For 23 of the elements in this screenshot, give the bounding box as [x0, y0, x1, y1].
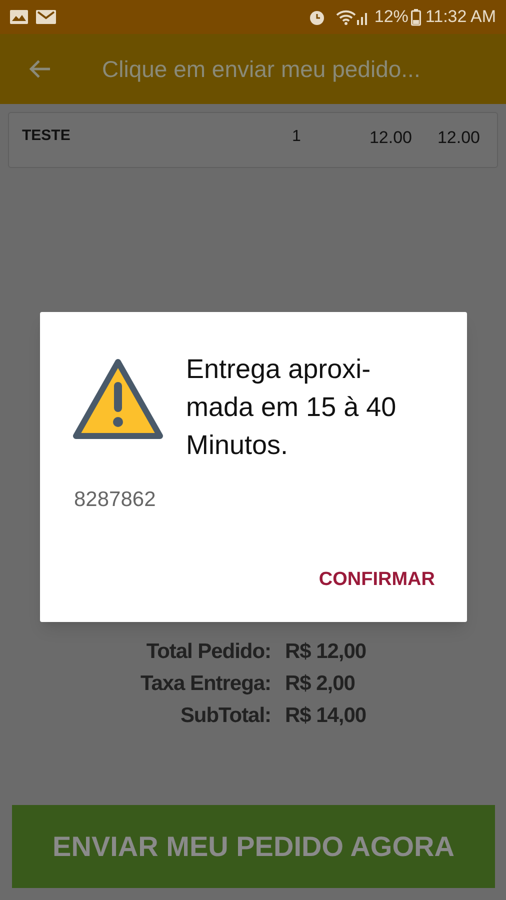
mail-icon [36, 10, 56, 24]
wifi-icon [336, 9, 356, 25]
battery-percent: 12% [374, 6, 408, 28]
alarm-icon [308, 8, 326, 26]
page-title: Clique em enviar meu pedido... [102, 54, 420, 84]
total-value: R$ 14,00 [285, 703, 368, 730]
confirm-button[interactable]: CONFIRMAR [316, 562, 437, 598]
total-label: Taxa Entrega: [140, 671, 271, 698]
total-label: SubTotal: [179, 703, 271, 730]
order-number: 8287862 [74, 487, 157, 513]
item-quantity: 1 [292, 127, 302, 147]
image-icon [10, 10, 28, 24]
warning-icon [72, 358, 164, 442]
item-price: 12.00 [368, 127, 412, 149]
item-total: 12.00 [436, 127, 480, 149]
clock-time: 11:32 AM [425, 6, 496, 28]
total-label: Total Pedido: [145, 639, 271, 666]
back-icon [28, 59, 52, 79]
total-value: R$ 2,00 [285, 671, 356, 698]
item-name: TESTE [22, 126, 72, 146]
dialog-message: Entrega aproxi- mada em 15 à 40 Minutos. [186, 353, 396, 462]
total-value: R$ 12,00 [285, 639, 368, 666]
battery-icon [411, 8, 422, 26]
